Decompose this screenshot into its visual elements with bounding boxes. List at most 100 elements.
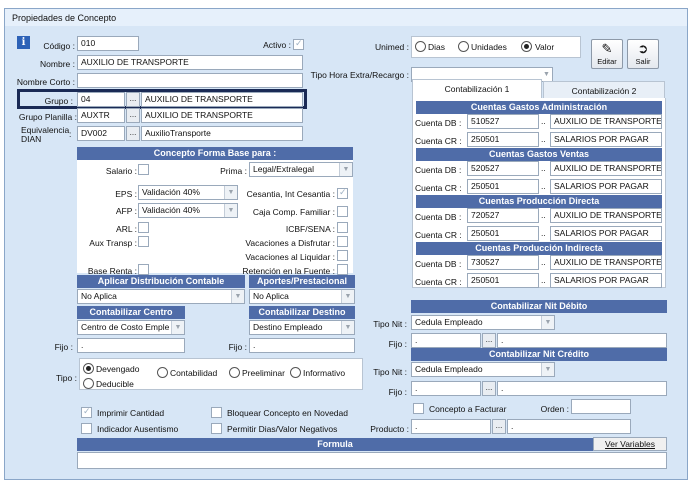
nit-debito-header: Contabilizar Nit Débito — [411, 300, 667, 313]
cesantia-checkbox[interactable] — [337, 187, 348, 199]
unimed-dias-label: Dias — [428, 42, 446, 52]
contab-section-header: Cuentas Gastos Administración — [416, 101, 662, 114]
formula-input[interactable] — [77, 452, 667, 469]
nit-credito-tipo-select[interactable]: Cedula Empleado ▼ — [411, 362, 555, 377]
tab-contabilizacion-1[interactable]: Contabilización 1 — [412, 79, 542, 98]
afp-label: AFP : — [115, 206, 137, 216]
nit-debito-lookup-button[interactable]: ... — [482, 333, 496, 348]
grupo-code-input[interactable]: 04 — [77, 92, 125, 107]
unimed-valor-radio[interactable] — [521, 41, 532, 52]
grupo-lookup-button[interactable]: ... — [126, 92, 140, 107]
indicador-checkbox[interactable] — [81, 423, 92, 434]
exit-icon: ➲ — [637, 41, 649, 56]
tipo-preeliminar-radio[interactable] — [229, 367, 240, 378]
destino-select[interactable]: Destino Empleado ▼ — [249, 320, 355, 335]
cuenta-cr-code-input[interactable]: 250501 — [467, 132, 539, 147]
nit-debito-tipo-select[interactable]: Cedula Empleado ▼ — [411, 315, 555, 330]
aplicar-select-value: No Aplica — [81, 291, 117, 301]
cuenta-cr-code-input[interactable]: 250501 — [467, 179, 539, 194]
cuenta-db-lookup-button[interactable]: .. — [541, 116, 546, 126]
orden-input[interactable] — [571, 399, 631, 414]
vac-liquidar-checkbox[interactable] — [337, 250, 348, 261]
codigo-input[interactable]: 010 — [77, 36, 139, 51]
equivalencia-code-input[interactable]: DV002 — [77, 126, 125, 141]
editar-button[interactable]: ✎ Editar — [591, 39, 623, 69]
tipo-label: Tipo : — [56, 373, 77, 383]
prima-select-value: Legal/Extralegal — [253, 164, 314, 174]
bloquear-checkbox[interactable] — [211, 407, 222, 418]
cuenta-cr-lookup-button[interactable]: .. — [541, 134, 546, 144]
icbf-checkbox[interactable] — [337, 222, 348, 233]
caja-checkbox[interactable] — [337, 206, 348, 217]
grupo-planilla-lookup-button[interactable]: ... — [126, 108, 140, 123]
centro-select[interactable]: Centro de Costo Emple ▼ — [77, 320, 185, 335]
permitir-label: Permitir Dias/Valor Negativos — [227, 424, 338, 434]
unimed-unidades-radio[interactable] — [458, 41, 469, 52]
salir-button-label: Salir — [635, 57, 651, 66]
ver-variables-button[interactable]: Ver Variables — [593, 437, 667, 451]
base-renta-checkbox[interactable] — [138, 264, 149, 275]
activo-checkbox[interactable] — [293, 38, 304, 50]
permitir-checkbox[interactable] — [211, 423, 222, 434]
cuenta-db-lookup-button[interactable]: .. — [541, 210, 546, 220]
nombre-corto-input[interactable] — [77, 73, 303, 88]
eps-select[interactable]: Validación 40% ▼ — [138, 185, 238, 200]
tipo-devengado-radio[interactable] — [83, 363, 94, 374]
aportes-select[interactable]: No Aplica ▼ — [249, 289, 355, 304]
cuenta-cr-code-input[interactable]: 250501 — [467, 226, 539, 241]
prima-select[interactable]: Legal/Extralegal ▼ — [249, 162, 353, 177]
equivalencia-lookup-button[interactable]: ... — [126, 126, 140, 141]
bloquear-label: Bloquear Concepto en Novedad — [227, 408, 348, 418]
cuenta-cr-lookup-button[interactable]: .. — [541, 275, 546, 285]
afp-select[interactable]: Validación 40% ▼ — [138, 203, 238, 218]
window-title: Propiedades de Concepto — [5, 9, 687, 26]
tipo-contabilidad-radio[interactable] — [157, 367, 168, 378]
forma-base-header: Concepto Forma Base para : — [77, 147, 353, 160]
vac-disfrutar-label: Vacaciones a Disfrutar : — [245, 238, 335, 248]
grupo-planilla-desc-input: AUXILIO DE TRANSPORTE — [141, 108, 303, 123]
cuenta-cr-code-input[interactable]: 250501 — [467, 273, 539, 288]
producto-input[interactable]: . — [411, 419, 491, 434]
afp-select-value: Validación 40% — [142, 205, 200, 215]
formula-header: Formula — [77, 438, 593, 451]
cuenta-db-lookup-button[interactable]: .. — [541, 163, 546, 173]
nombre-input[interactable]: AUXILIO DE TRANSPORTE — [77, 55, 303, 70]
salir-button[interactable]: ➲ Salir — [627, 39, 659, 69]
grupo-planilla-code-input[interactable]: AUXTR — [77, 108, 125, 123]
vac-disfrutar-checkbox[interactable] — [337, 236, 348, 247]
aux-transp-checkbox[interactable] — [138, 236, 149, 247]
nit-credito-lookup-button[interactable]: ... — [482, 381, 496, 396]
cuenta-db-desc-input: AUXILIO DE TRANSPORTE — [550, 255, 662, 270]
retencion-checkbox[interactable] — [337, 264, 348, 275]
producto-lookup-button[interactable]: ... — [492, 419, 506, 434]
prima-label: Prima : — [220, 166, 247, 176]
nit-debito-fijo-label: Fijo : — [388, 339, 407, 349]
tipo-deducible-radio[interactable] — [83, 378, 94, 389]
info-icon[interactable]: i — [17, 36, 30, 49]
salario-checkbox[interactable] — [138, 164, 149, 175]
nit-debito-fijo-input[interactable]: . — [411, 333, 481, 348]
tipo-informativo-radio[interactable] — [290, 367, 301, 378]
centro-select-value: Centro de Costo Emple — [81, 322, 170, 332]
imprimir-checkbox[interactable] — [81, 406, 92, 418]
aplicar-select[interactable]: No Aplica ▼ — [77, 289, 245, 304]
equivalencia-colon: : — [69, 129, 72, 139]
cuenta-db-code-input[interactable]: 730527 — [467, 255, 539, 270]
unimed-label: Unimed : — [374, 42, 409, 52]
concepto-facturar-checkbox[interactable] — [413, 403, 424, 414]
cuenta-db-lookup-button[interactable]: .. — [541, 257, 546, 267]
tipo-deducible-label: Deducible — [96, 379, 134, 389]
unimed-dias-radio[interactable] — [415, 41, 426, 52]
destino-fijo-input[interactable]: . — [249, 338, 355, 353]
nit-credito-fijo-input[interactable]: . — [411, 381, 481, 396]
arl-checkbox[interactable] — [138, 222, 149, 233]
cuenta-cr-lookup-button[interactable]: .. — [541, 228, 546, 238]
centro-fijo-input[interactable]: . — [77, 338, 185, 353]
cuenta-cr-lookup-button[interactable]: .. — [541, 181, 546, 191]
cuenta-db-code-input[interactable]: 720527 — [467, 208, 539, 223]
concepto-facturar-label: Concepto a Facturar — [429, 404, 507, 414]
cuenta-db-code-input[interactable]: 520527 — [467, 161, 539, 176]
cuenta-cr-desc-input: SALARIOS POR PAGAR — [550, 273, 662, 288]
cuenta-db-code-input[interactable]: 510527 — [467, 114, 539, 129]
arl-label: ARL : — [116, 224, 137, 234]
